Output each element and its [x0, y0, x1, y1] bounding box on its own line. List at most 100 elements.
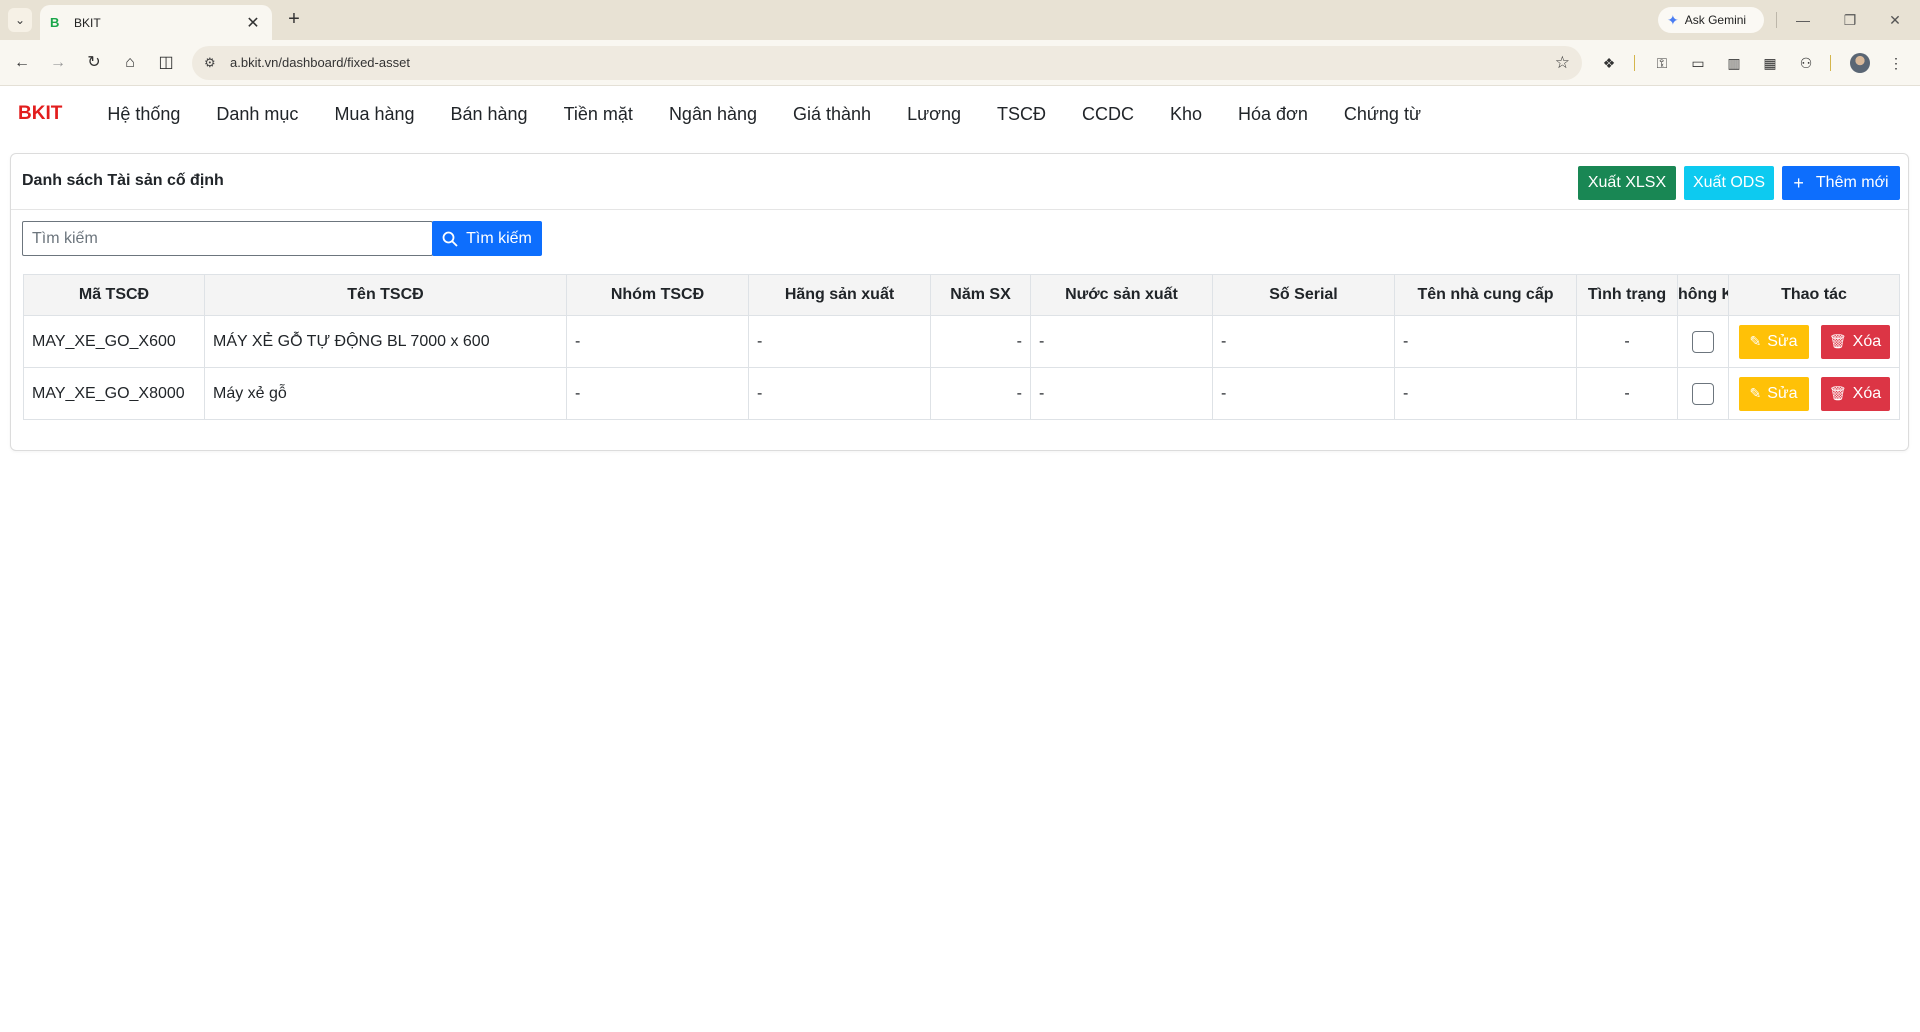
- side-panel-icon[interactable]: ◫: [154, 51, 178, 75]
- gemini-sparkle-icon: ✦: [1667, 11, 1679, 28]
- export-ods-button[interactable]: Xuất ODS: [1684, 166, 1774, 200]
- nav-item-hoa-don[interactable]: Hóa đơn: [1238, 104, 1308, 125]
- edit-button[interactable]: ✎ Sửa: [1738, 324, 1809, 359]
- table-row: MAY_XE_GO_X600 MÁY XẺ GỖ TỰ ĐỘNG BL 7000…: [23, 315, 1900, 368]
- edit-label: Sửa: [1767, 332, 1798, 350]
- browser-tab[interactable]: B BKIT ✕: [40, 5, 272, 40]
- cell-manufacturer: -: [748, 315, 931, 368]
- fixed-asset-card: Danh sách Tài sản cố định Xuất XLSX Xuất…: [10, 153, 1909, 451]
- delete-button[interactable]: 🗑 Xóa: [1820, 376, 1890, 411]
- nav-item-danh-muc[interactable]: Danh mục: [216, 104, 298, 125]
- brand-logo[interactable]: BKIT: [18, 103, 62, 125]
- divider: [1776, 12, 1777, 28]
- search-button[interactable]: Tìm kiếm: [432, 221, 542, 256]
- profile-avatar[interactable]: [1850, 53, 1870, 73]
- extensions-icon[interactable]: ❖: [1597, 52, 1621, 74]
- new-tab-button[interactable]: +: [282, 8, 306, 32]
- nav-item-tien-mat[interactable]: Tiền mặt: [564, 104, 633, 125]
- minimize-icon[interactable]: —: [1788, 8, 1818, 32]
- edit-label: Sửa: [1767, 384, 1798, 402]
- close-icon[interactable]: ✕: [244, 13, 262, 33]
- reload-icon[interactable]: ↻: [82, 51, 106, 75]
- nav-item-he-thong[interactable]: Hệ thống: [107, 104, 180, 125]
- cell-checkbox: [1677, 367, 1729, 420]
- pencil-icon: ✎: [1749, 333, 1762, 349]
- nav-item-chung-tu[interactable]: Chứng từ: [1344, 104, 1421, 125]
- column-header-manufacturer[interactable]: Hãng sản xuất: [748, 274, 931, 316]
- forward-arrow-icon[interactable]: →: [46, 51, 70, 75]
- search-input[interactable]: [22, 221, 433, 256]
- cell-supplier: -: [1394, 367, 1577, 420]
- tab-groups-icon[interactable]: ▦: [1758, 52, 1782, 74]
- tab-title: BKIT: [74, 15, 101, 30]
- column-header-actions: Thao tác: [1728, 274, 1900, 316]
- card-icon[interactable]: ▭: [1686, 52, 1710, 74]
- export-xlsx-button[interactable]: Xuất XLSX: [1578, 166, 1676, 200]
- column-header-group[interactable]: Nhóm TSCĐ: [566, 274, 749, 316]
- nav-item-ngan-hang[interactable]: Ngân hàng: [669, 104, 757, 125]
- nav-item-gia-thanh[interactable]: Giá thành: [793, 104, 871, 125]
- cell-year: -: [930, 315, 1031, 368]
- window-close-icon[interactable]: ✕: [1880, 8, 1910, 32]
- add-new-button[interactable]: + Thêm mới: [1782, 166, 1900, 200]
- fixed-asset-table: Mã TSCĐ Tên TSCĐ Nhóm TSCĐ Hãng sản xuất…: [23, 274, 1900, 420]
- chevron-down-icon: ⌄: [14, 13, 26, 27]
- column-header-supplier[interactable]: Tên nhà cung cấp: [1394, 274, 1577, 316]
- column-header-year[interactable]: Năm SX: [930, 274, 1031, 316]
- cell-group: -: [566, 315, 749, 368]
- delete-button[interactable]: 🗑 Xóa: [1820, 324, 1890, 359]
- row-checkbox[interactable]: [1692, 330, 1714, 353]
- nav-item-tscd[interactable]: TSCĐ: [997, 104, 1046, 125]
- url-text: a.bkit.vn/dashboard/fixed-asset: [230, 55, 410, 70]
- cell-country: -: [1030, 315, 1213, 368]
- nav-item-kho[interactable]: Kho: [1170, 104, 1202, 125]
- row-checkbox[interactable]: [1692, 382, 1714, 405]
- password-key-icon[interactable]: ⚿: [1650, 52, 1674, 74]
- divider: [1634, 55, 1635, 71]
- back-arrow-icon[interactable]: ←: [10, 51, 34, 75]
- ask-gemini-label: Ask Gemini: [1684, 13, 1747, 27]
- search-button-label: Tìm kiếm: [466, 229, 532, 247]
- browser-titlebar: ⌄ B BKIT ✕ + ✦ Ask Gemini — ❐ ✕: [0, 0, 1920, 40]
- divider: [1830, 55, 1831, 71]
- column-header-status[interactable]: Tình trạng: [1576, 274, 1678, 316]
- bookmark-star-icon[interactable]: ☆: [1555, 53, 1570, 73]
- add-new-label: Thêm mới: [1815, 174, 1889, 191]
- cell-supplier: -: [1394, 315, 1577, 368]
- tab-search-button[interactable]: ⌄: [8, 8, 32, 32]
- home-icon[interactable]: ⌂: [118, 51, 142, 75]
- restore-icon[interactable]: ❐: [1835, 8, 1865, 32]
- nav-item-ban-hang[interactable]: Bán hàng: [451, 104, 528, 125]
- card-header: Danh sách Tài sản cố định Xuất XLSX Xuất…: [11, 154, 1908, 210]
- ask-gemini-button[interactable]: ✦ Ask Gemini: [1658, 7, 1764, 33]
- address-bar[interactable]: ⚙ a.bkit.vn/dashboard/fixed-asset ☆: [192, 46, 1582, 80]
- reading-mode-icon[interactable]: ▥: [1722, 52, 1746, 74]
- table-row: MAY_XE_GO_X8000 Máy xẻ gỗ - - - - - - - …: [23, 367, 1900, 420]
- cell-country: -: [1030, 367, 1213, 420]
- cell-name: MÁY XẺ GỖ TỰ ĐỘNG BL 7000 x 600: [204, 315, 567, 368]
- kebab-menu-icon[interactable]: ⋮: [1884, 52, 1908, 74]
- column-header-serial[interactable]: Số Serial: [1212, 274, 1395, 316]
- trash-icon: 🗑: [1828, 333, 1847, 349]
- column-header-unused[interactable]: hông K: [1677, 274, 1729, 316]
- trash-icon: 🗑: [1828, 385, 1847, 401]
- cell-actions: ✎ Sửa 🗑 Xóa: [1728, 367, 1900, 420]
- column-header-code[interactable]: Mã TSCĐ: [23, 274, 205, 316]
- nav-item-luong[interactable]: Lương: [907, 104, 961, 125]
- edit-button[interactable]: ✎ Sửa: [1738, 376, 1809, 411]
- delete-label: Xóa: [1852, 332, 1882, 350]
- column-header-name[interactable]: Tên TSCĐ: [204, 274, 567, 316]
- site-settings-icon[interactable]: ⚙: [204, 55, 216, 71]
- cell-code: MAY_XE_GO_X600: [23, 315, 205, 368]
- cell-serial: -: [1212, 367, 1395, 420]
- pencil-icon: ✎: [1749, 385, 1762, 401]
- plus-icon: +: [1793, 172, 1804, 193]
- incognito-icon[interactable]: ⚇: [1794, 52, 1818, 74]
- nav-item-mua-hang[interactable]: Mua hàng: [334, 104, 414, 125]
- cell-name: Máy xẻ gỗ: [204, 367, 567, 420]
- column-header-country[interactable]: Nước sản xuất: [1030, 274, 1213, 316]
- nav-item-ccdc[interactable]: CCDC: [1082, 104, 1134, 125]
- table-header-row: Mã TSCĐ Tên TSCĐ Nhóm TSCĐ Hãng sản xuất…: [23, 274, 1900, 316]
- cell-status: -: [1576, 315, 1678, 368]
- page-title: Danh sách Tài sản cố định: [22, 172, 224, 189]
